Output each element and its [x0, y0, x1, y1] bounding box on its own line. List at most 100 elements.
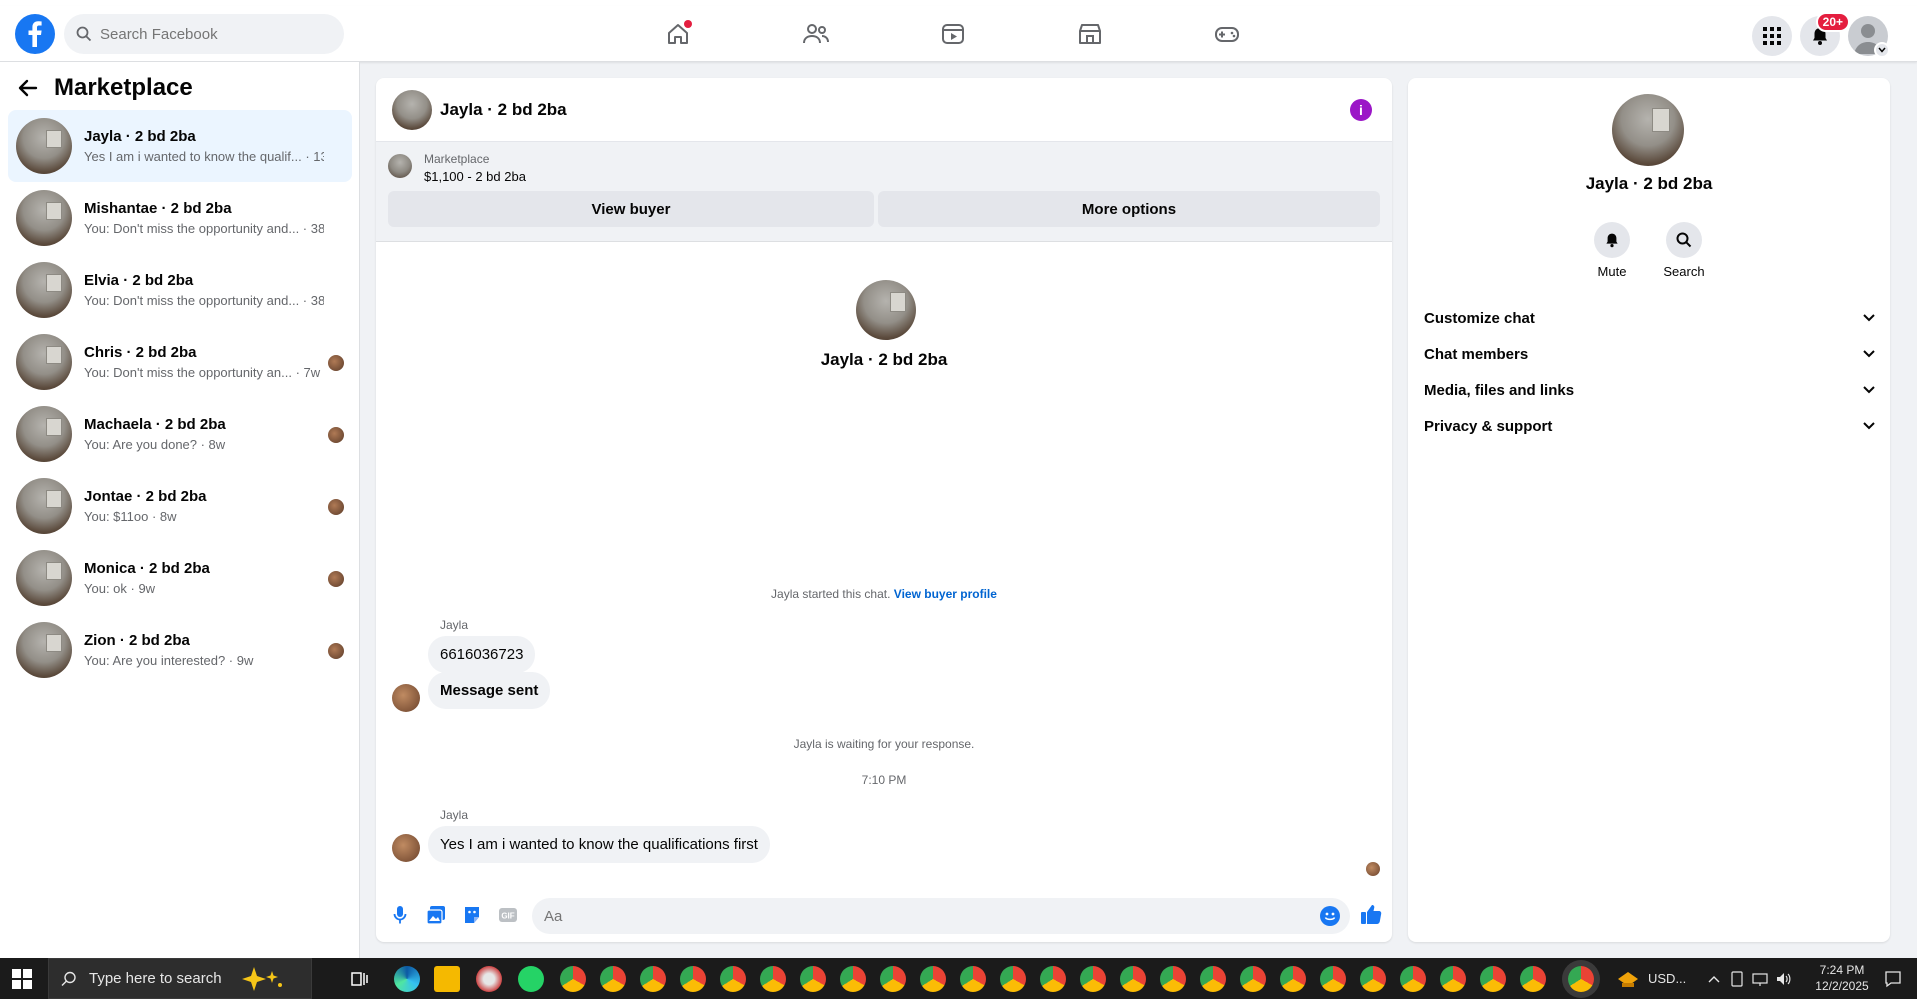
emoji-icon[interactable] [1320, 906, 1340, 926]
chrome-icon[interactable] [1120, 966, 1146, 992]
facebook-search-box[interactable] [64, 14, 344, 54]
device-icon[interactable] [1730, 970, 1744, 987]
paint-app-icon[interactable] [476, 966, 502, 992]
message-bubble[interactable]: 6616036723 [428, 636, 536, 673]
chrome-icon[interactable] [760, 966, 786, 992]
mute-action[interactable]: Mute [1582, 222, 1642, 279]
conversation-thumbnail [16, 334, 72, 390]
conversation-item[interactable]: Monica · 2 bd 2ba You: ok · 9w [8, 542, 352, 614]
taskbar-search-box[interactable]: Type here to search [48, 958, 312, 999]
message-bubble[interactable]: Message sent [428, 672, 551, 709]
chat-header-avatar[interactable] [392, 89, 432, 130]
conversation-item[interactable]: Jayla · 2 bd 2ba Yes I am i wanted to kn… [8, 110, 352, 182]
more-options-button[interactable]: More options [878, 191, 1380, 227]
photo-icon[interactable] [426, 905, 446, 925]
whatsapp-icon[interactable] [518, 966, 544, 992]
chrome-icon[interactable] [680, 966, 706, 992]
file-explorer-icon[interactable] [434, 966, 460, 992]
conversation-thumbnail [16, 118, 72, 174]
gif-icon[interactable]: GIF [498, 905, 518, 925]
conversation-preview: You: Don't miss the opportunity and... ·… [84, 221, 324, 236]
back-arrow-icon[interactable] [18, 78, 38, 98]
message-input[interactable] [544, 907, 1304, 925]
section-label: Customize chat [1424, 309, 1535, 327]
facebook-logo-icon[interactable] [15, 14, 55, 54]
task-view-icon[interactable] [346, 966, 372, 992]
chrome-icon[interactable] [880, 966, 906, 992]
conversation-preview: You: Don't miss the opportunity an... · … [84, 365, 321, 380]
sparkle-icon [241, 966, 282, 991]
chat-members-section[interactable]: Chat members [1424, 336, 1876, 372]
conversation-preview: You: Are you done? · 8w [84, 437, 226, 452]
listing-thumbnail[interactable] [388, 154, 412, 178]
chrome-icon[interactable] [960, 966, 986, 992]
chrome-icon[interactable] [840, 966, 866, 992]
sender-avatar[interactable] [392, 684, 420, 712]
chrome-icon[interactable] [920, 966, 946, 992]
currency-text[interactable]: USD... [1648, 971, 1686, 986]
menu-grid-button[interactable] [1752, 16, 1792, 56]
view-buyer-profile-link[interactable]: View buyer profile [894, 587, 997, 601]
chrome-icon[interactable] [800, 966, 826, 992]
listing-title[interactable]: $1,100 - 2 bd 2ba [424, 169, 526, 184]
gaming-icon[interactable] [1209, 16, 1245, 52]
search-in-chat-button[interactable] [1666, 222, 1702, 258]
chrome-icon[interactable] [1520, 966, 1546, 992]
friends-icon[interactable] [798, 16, 834, 52]
chat-intro-avatar[interactable] [856, 280, 916, 340]
notifications-button[interactable]: 20+ [1800, 12, 1850, 56]
conversation-item[interactable]: Chris · 2 bd 2ba You: Don't miss the opp… [8, 326, 352, 398]
network-icon[interactable] [1752, 971, 1768, 987]
media-files-links-section[interactable]: Media, files and links [1424, 372, 1876, 408]
chrome-icon-active[interactable] [1568, 966, 1594, 992]
sticker-icon[interactable] [462, 905, 482, 925]
chrome-icon[interactable] [1040, 966, 1066, 992]
notification-center-icon[interactable] [1884, 970, 1902, 988]
conversation-item[interactable]: Zion · 2 bd 2ba You: Are you interested?… [8, 614, 352, 686]
marketplace-icon[interactable] [1072, 16, 1108, 52]
chevron-up-icon[interactable] [1708, 975, 1720, 983]
customize-chat-section[interactable]: Customize chat [1424, 300, 1876, 336]
conversation-item[interactable]: Elvia · 2 bd 2ba You: Don't miss the opp… [8, 254, 352, 326]
chrome-icon[interactable] [1280, 966, 1306, 992]
account-menu-chevron-icon[interactable] [1874, 42, 1890, 58]
chrome-icon[interactable] [1200, 966, 1226, 992]
mute-button[interactable] [1594, 222, 1630, 258]
conversation-item[interactable]: Machaela · 2 bd 2ba You: Are you done? ·… [8, 398, 352, 470]
chrome-icon[interactable] [1360, 966, 1386, 992]
taskbar-clock[interactable]: 7:24 PM 12/2/2025 [1806, 962, 1878, 994]
chrome-icon[interactable] [1240, 966, 1266, 992]
facebook-search-input[interactable] [100, 25, 320, 43]
sender-avatar[interactable] [392, 834, 420, 862]
chrome-icon[interactable] [1000, 966, 1026, 992]
privacy-support-section[interactable]: Privacy & support [1424, 408, 1876, 444]
info-icon[interactable]: i [1350, 99, 1372, 121]
conversation-item[interactable]: Mishantae · 2 bd 2ba You: Don't miss the… [8, 182, 352, 254]
chrome-icon[interactable] [560, 966, 586, 992]
chrome-icon[interactable] [1400, 966, 1426, 992]
message-bubble[interactable]: Yes I am i wanted to know the qualificat… [428, 826, 770, 863]
message-input-box[interactable] [532, 898, 1350, 934]
message-timestamp: 7:10 PM [861, 773, 907, 787]
edge-browser-icon[interactable] [394, 966, 420, 992]
volume-icon[interactable] [1776, 971, 1792, 987]
conversation-item[interactable]: Jontae · 2 bd 2ba You: $11oo · 8w [8, 470, 352, 542]
chrome-icon[interactable] [1480, 966, 1506, 992]
sidebar-header: Marketplace [18, 74, 193, 102]
chrome-icon[interactable] [1440, 966, 1466, 992]
chat-header-name[interactable]: Jayla · 2 bd 2ba [440, 100, 567, 120]
video-icon[interactable] [935, 16, 971, 52]
thumbs-up-icon[interactable] [1360, 903, 1382, 925]
chrome-icon[interactable] [720, 966, 746, 992]
home-icon[interactable] [660, 16, 696, 52]
view-buyer-button[interactable]: View buyer [388, 191, 874, 227]
microphone-icon[interactable] [390, 905, 410, 925]
chrome-icon[interactable] [640, 966, 666, 992]
chrome-icon[interactable] [1320, 966, 1346, 992]
chrome-icon[interactable] [1080, 966, 1106, 992]
search-action[interactable]: Search [1654, 222, 1714, 279]
chrome-icon[interactable] [1160, 966, 1186, 992]
windows-start-icon[interactable] [12, 969, 32, 989]
profile-avatar[interactable] [1612, 94, 1684, 166]
chrome-icon[interactable] [600, 966, 626, 992]
